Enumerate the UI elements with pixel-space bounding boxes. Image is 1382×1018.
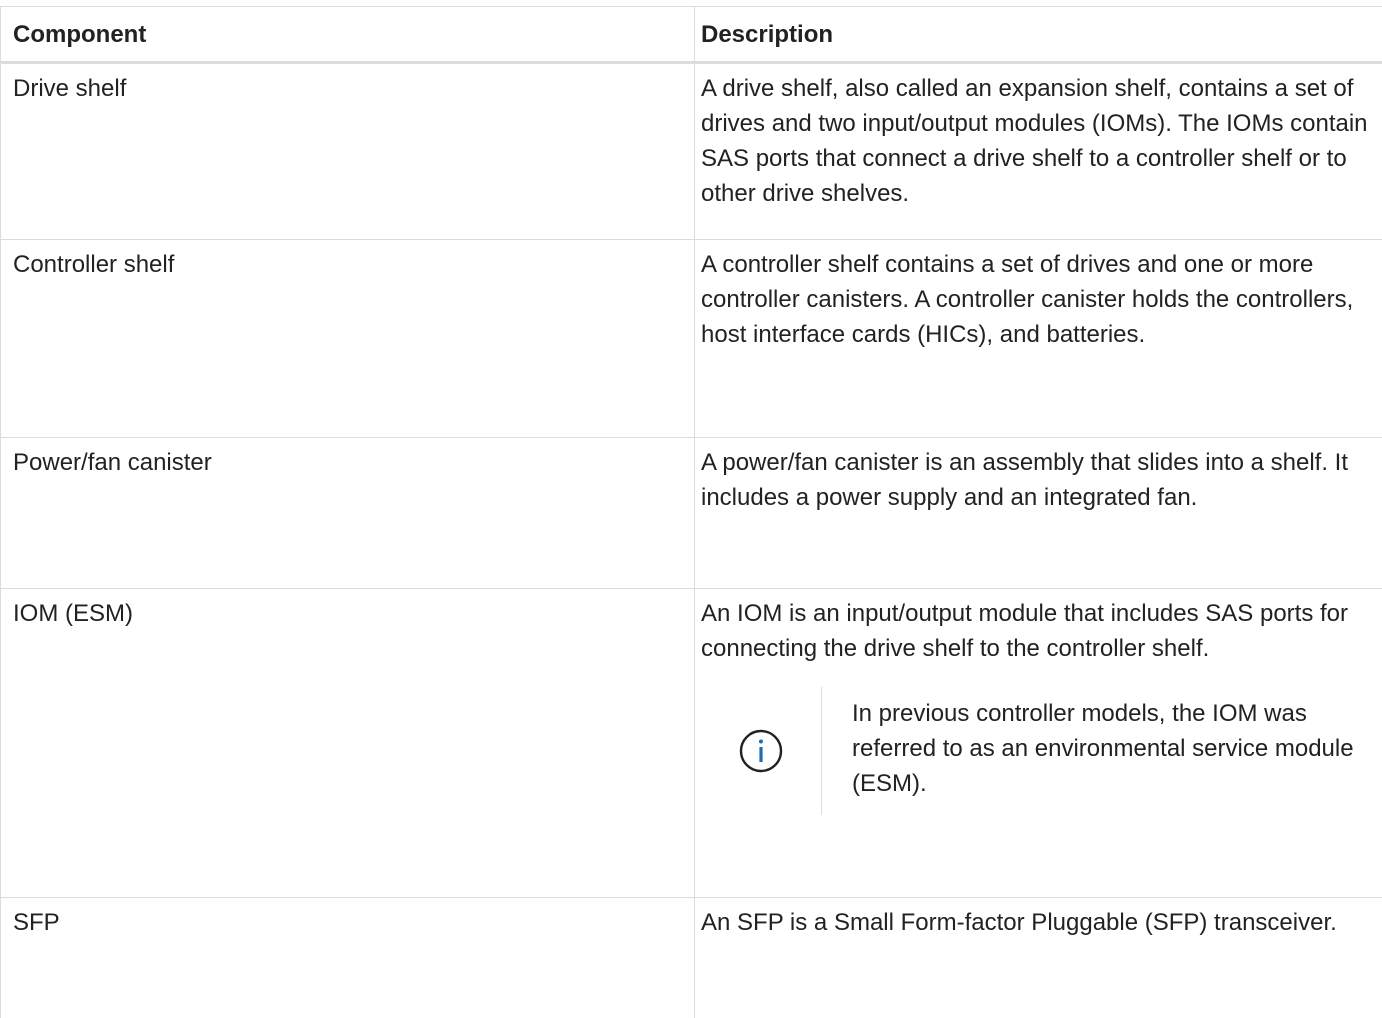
description-cell: A controller shelf contains a set of dri… xyxy=(695,240,1382,438)
table-row: SFP An SFP is a Small Form-factor Plugga… xyxy=(1,898,1382,1018)
description-text: An IOM is an input/output module that in… xyxy=(701,596,1370,666)
component-cell: Controller shelf xyxy=(1,240,695,438)
component-cell: Drive shelf xyxy=(1,63,695,240)
component-cell: Power/fan canister xyxy=(1,438,695,589)
description-cell: A drive shelf, also called an expansion … xyxy=(695,63,1382,240)
component-table: Component Description Drive shelf A driv… xyxy=(0,6,1382,1018)
description-cell: A power/fan canister is an assembly that… xyxy=(695,438,1382,589)
component-cell: SFP xyxy=(1,898,695,1018)
description-cell: An IOM is an input/output module that in… xyxy=(695,589,1382,898)
admonition-note: In previous controller models, the IOM w… xyxy=(701,687,1370,815)
header-component: Component xyxy=(1,7,695,63)
table-row: Drive shelf A drive shelf, also called a… xyxy=(1,63,1382,240)
table-row: Controller shelf A controller shelf cont… xyxy=(1,240,1382,438)
component-cell: IOM (ESM) xyxy=(1,589,695,898)
table-row: Power/fan canister A power/fan canister … xyxy=(1,438,1382,589)
table-header-row: Component Description xyxy=(1,7,1382,63)
note-icon-column xyxy=(701,687,822,815)
note-text: In previous controller models, the IOM w… xyxy=(822,687,1370,815)
table-row: IOM (ESM) An IOM is an input/output modu… xyxy=(1,589,1382,898)
info-icon xyxy=(738,728,784,774)
header-description: Description xyxy=(695,7,1382,63)
description-cell: An SFP is a Small Form-factor Pluggable … xyxy=(695,898,1382,1018)
